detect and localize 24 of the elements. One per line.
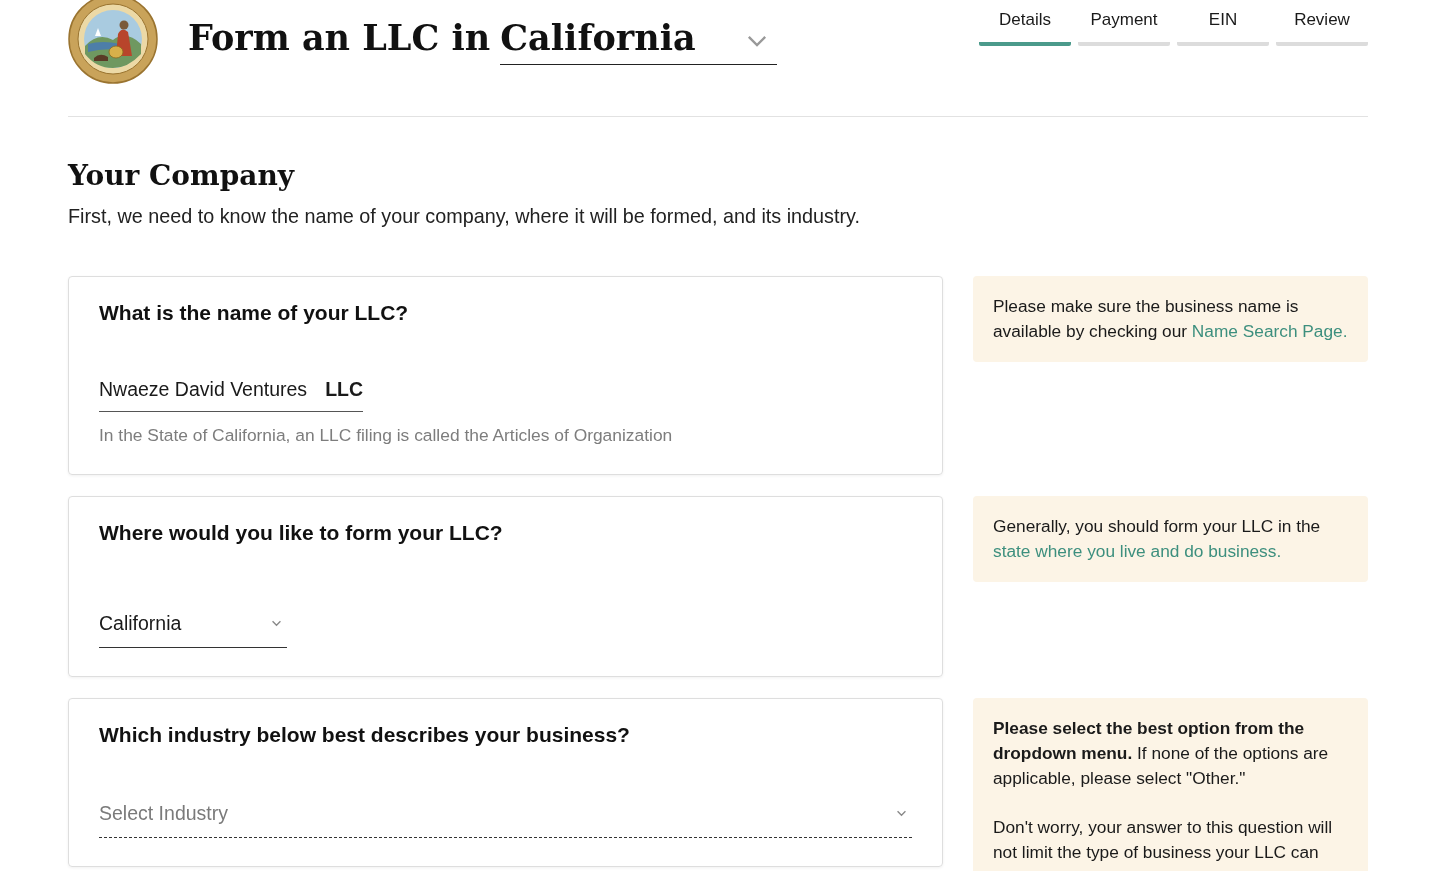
tip-text: Please make sure the business name is available by checking our Name Search Page.	[993, 295, 1349, 343]
dropdown-field[interactable]: California	[99, 611, 287, 648]
step-tab[interactable]: Details	[979, 10, 1071, 46]
tip-text: Please select the best option from the dropdown menu. If none of the options are applicable, please select "Other."	[993, 717, 1330, 790]
name-input-field[interactable]: Nwaeze David Ventures LLC	[99, 377, 364, 412]
step-tab[interactable]: EIN	[1177, 10, 1269, 46]
chevron-down-icon	[896, 809, 907, 817]
chevron-down-icon	[747, 34, 768, 48]
tip-text: Generally, you should form your LLC in the state where you live and do business.	[993, 515, 1322, 563]
step-tab[interactable]: Review	[1276, 10, 1368, 46]
question-heading: What is the name of your LLC?	[99, 300, 410, 326]
tip-text: Don't worry, your answer to this question will not limit the type of business your LLC can	[993, 816, 1334, 864]
step-tab[interactable]: Payment	[1078, 10, 1170, 46]
tip-link[interactable]: state where you live and do business.	[993, 541, 1282, 561]
tip-link[interactable]: Name Search Page.	[1191, 321, 1348, 341]
chevron-down-icon	[271, 619, 282, 627]
section-description: First, we need to know the name of your company, where it will be formed, and its industry.	[68, 204, 861, 229]
field-hint: In the State of California, an LLC filing is called the Articles of Organization	[99, 424, 674, 446]
state-select[interactable]: California	[500, 12, 778, 65]
dropdown-field[interactable]: Select Industry	[99, 801, 912, 838]
question-heading: Which industry below best describes your business?	[99, 722, 631, 748]
section-title: Your Company	[68, 158, 296, 194]
page-title: Form an LLC in	[188, 16, 491, 60]
question-heading: Where would you like to form your LLC?	[99, 520, 504, 546]
